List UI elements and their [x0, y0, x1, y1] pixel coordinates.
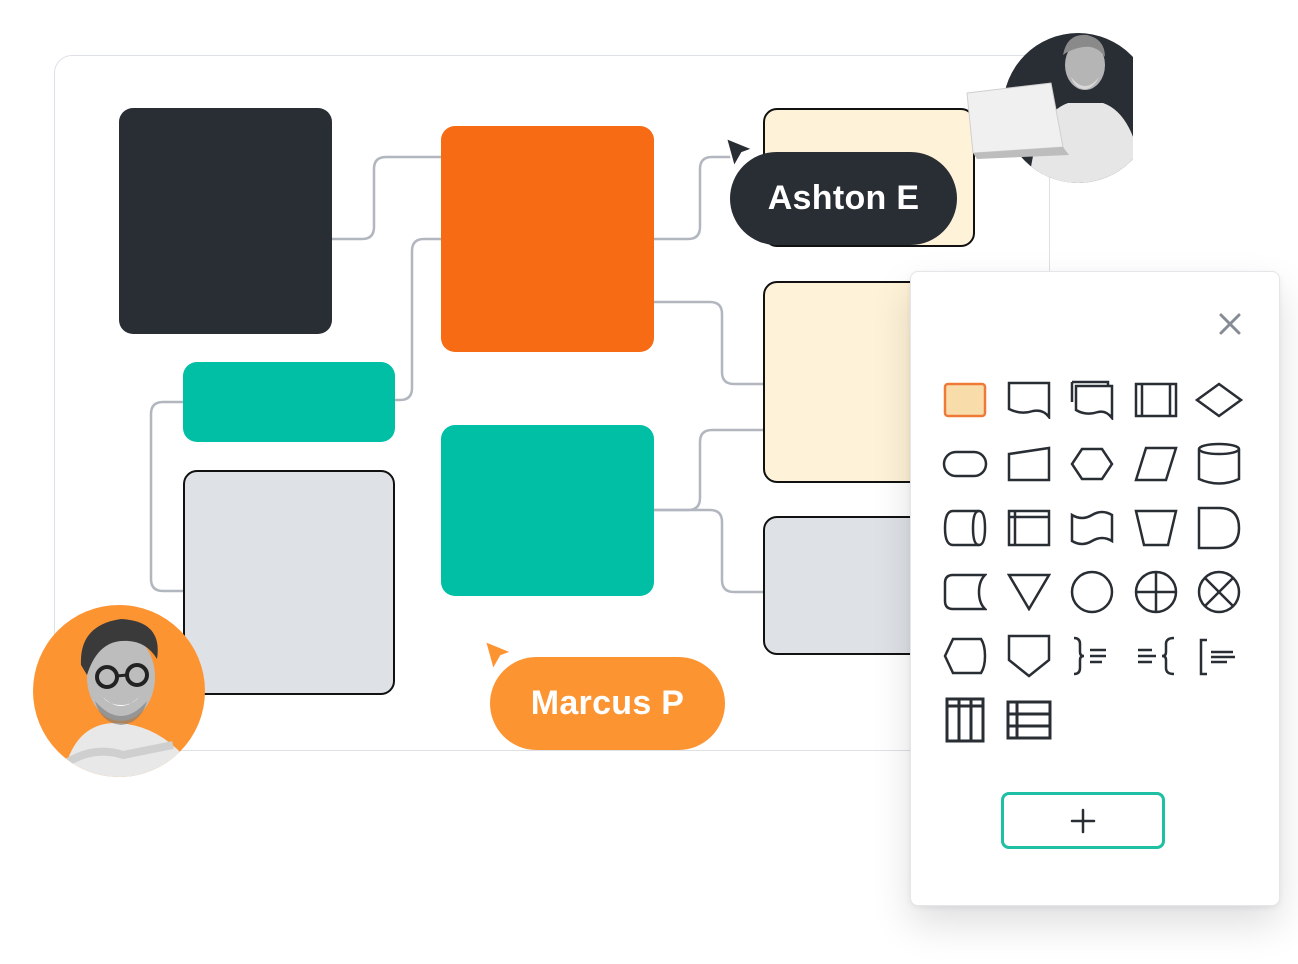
shape-or[interactable] [1132, 568, 1180, 616]
avatar-ashton [966, 33, 1153, 183]
document-shape-icon [1007, 381, 1050, 419]
shape-manual-operation[interactable] [1132, 504, 1180, 552]
manual-input-shape-icon [1007, 446, 1050, 482]
shape-manual-input[interactable] [1005, 440, 1053, 488]
shape-internal-storage[interactable] [1005, 504, 1053, 552]
direct-access-storage-shape-icon [943, 509, 987, 547]
annotation-left-shape-icon [1137, 636, 1174, 676]
shape-preparation[interactable] [1068, 440, 1116, 488]
shape-horizontal-table[interactable] [1005, 696, 1053, 744]
shape-punched-tape[interactable] [1068, 504, 1116, 552]
close-button[interactable] [1216, 310, 1244, 338]
avatar-marcus [33, 605, 205, 777]
annotation-right-shape-icon [1073, 636, 1106, 676]
punched-tape-shape-icon [1070, 510, 1114, 546]
shape-merge[interactable] [1005, 568, 1053, 616]
decision-shape-icon [1195, 382, 1243, 418]
terminator-shape-icon [942, 450, 988, 478]
shape-terminator[interactable] [941, 440, 989, 488]
stored-data-shape-icon [943, 573, 987, 611]
dark-block[interactable] [119, 108, 332, 334]
manual-operation-shape-icon [1133, 509, 1178, 547]
shape-predefined-process[interactable] [1132, 376, 1180, 424]
off-page-connector-shape-icon [1007, 634, 1050, 678]
display-shape-icon [943, 637, 987, 675]
plus-icon [1070, 808, 1096, 833]
annotation-bracket-shape-icon [1199, 638, 1235, 676]
person-photo-icon [60, 619, 183, 777]
horizontal-table-shape-icon [1006, 700, 1051, 740]
shape-process[interactable] [941, 376, 989, 424]
shape-library-panel [910, 271, 1280, 906]
data-shape-icon [1133, 446, 1178, 482]
grey-left-block[interactable] [183, 470, 395, 695]
shape-annotation-left[interactable] [1132, 632, 1180, 680]
or-shape-icon [1134, 570, 1177, 614]
shape-document[interactable] [1005, 376, 1053, 424]
shape-vertical-table[interactable] [941, 696, 989, 744]
multi-document-shape-icon [1070, 380, 1114, 420]
internal-storage-shape-icon [1007, 509, 1050, 547]
preparation-shape-icon [1070, 447, 1114, 481]
vertical-table-shape-icon [945, 697, 985, 743]
teal-block[interactable] [441, 425, 654, 596]
collaborator-label-marcus: Marcus P [490, 657, 725, 750]
shape-database[interactable] [1195, 440, 1243, 488]
shape-stored-data[interactable] [941, 568, 989, 616]
summing-junction-shape-icon [1197, 570, 1241, 614]
predefined-process-shape-icon [1134, 382, 1177, 418]
merge-shape-icon [1006, 573, 1051, 611]
shape-multi-document[interactable] [1068, 376, 1116, 424]
shape-grid [941, 376, 1243, 744]
shape-delay[interactable] [1195, 504, 1243, 552]
collaborator-label-ashton: Ashton E [730, 152, 957, 245]
shape-display[interactable] [941, 632, 989, 680]
shape-summing-junction[interactable] [1195, 568, 1243, 616]
add-shape-button[interactable] [1001, 792, 1165, 849]
close-icon [1219, 313, 1241, 335]
shape-connector[interactable] [1068, 568, 1116, 616]
shape-annotation-right[interactable] [1068, 632, 1116, 680]
process-shape-icon [943, 382, 987, 418]
collaborator-name: Ashton E [767, 179, 920, 217]
shape-direct-access-storage[interactable] [941, 504, 989, 552]
shape-annotation-bracket[interactable] [1195, 632, 1243, 680]
shape-off-page-connector[interactable] [1005, 632, 1053, 680]
shape-decision[interactable] [1195, 376, 1243, 424]
connector-shape-icon [1070, 570, 1114, 614]
shape-data[interactable] [1132, 440, 1180, 488]
database-shape-icon [1197, 442, 1241, 485]
person-photo-icon [966, 33, 1133, 183]
delay-shape-icon [1197, 506, 1241, 550]
collaborator-name: Marcus P [530, 684, 685, 722]
orange-block[interactable] [441, 126, 654, 352]
teal-small-block[interactable] [183, 362, 395, 442]
